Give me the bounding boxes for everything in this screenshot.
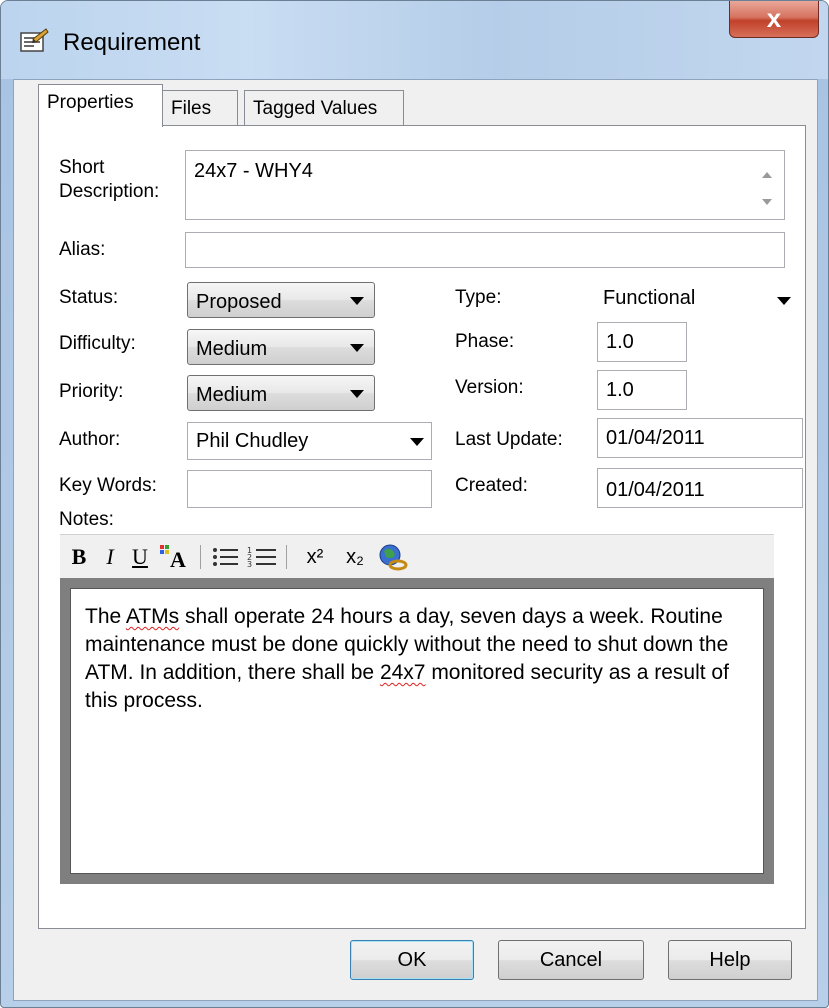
underline-button[interactable]: U [128, 543, 152, 571]
alias-input[interactable] [185, 232, 785, 268]
spelling-error-word: ATMs [125, 605, 180, 628]
scroll-up-icon [762, 172, 772, 178]
difficulty-value: Medium [196, 338, 268, 360]
priority-value: Medium [196, 384, 268, 406]
window-title: Requirement [63, 29, 201, 56]
close-button[interactable]: x [729, 1, 819, 38]
status-label: Status: [59, 287, 119, 308]
font-color-icon[interactable]: A [158, 543, 192, 571]
difficulty-dropdown[interactable]: Medium [187, 329, 375, 365]
cancel-button[interactable]: Cancel [498, 940, 644, 980]
status-value: Proposed [196, 291, 282, 313]
phase-input[interactable]: 1.0 [597, 322, 687, 362]
dialog-client-area: Properties Files Tagged Values Short Des… [13, 79, 818, 1001]
created-label: Created: [455, 475, 528, 496]
version-label: Version: [455, 377, 524, 398]
bold-button[interactable]: B [68, 543, 90, 571]
requirement-dialog: Requirement x Properties Files Tagged Va… [0, 0, 829, 1008]
type-label: Type: [455, 287, 502, 308]
key-words-label: Key Words: [59, 475, 157, 496]
chevron-down-icon [350, 297, 364, 305]
chevron-down-icon [777, 297, 791, 305]
notes-text: The [85, 605, 126, 628]
notes-frame: The ATMs shall operate 24 hours a day, s… [60, 578, 774, 884]
scroll-down-icon [762, 199, 772, 205]
short-description-field[interactable]: 24x7 - WHY4 [185, 150, 785, 220]
notes-formatting-toolbar: B I U A 1 2 3 x² x₂ [60, 534, 774, 579]
author-combobox[interactable]: Phil Chudley [187, 422, 432, 460]
author-value: Phil Chudley [196, 430, 309, 452]
svg-text:A: A [170, 547, 186, 571]
type-value: Functional [603, 287, 696, 309]
priority-label: Priority: [59, 381, 124, 402]
bullet-list-icon[interactable] [210, 543, 240, 571]
short-description-value: 24x7 - WHY4 [194, 160, 313, 182]
toolbar-separator [286, 545, 287, 569]
tab-tagged-values[interactable]: Tagged Values [244, 90, 404, 126]
last-update-input[interactable]: 01/04/2011 [597, 418, 803, 458]
status-dropdown[interactable]: Proposed [187, 282, 375, 318]
globe-link-icon[interactable] [376, 543, 410, 571]
close-icon: x [766, 3, 782, 33]
difficulty-label: Difficulty: [59, 333, 136, 354]
chevron-down-icon [410, 438, 424, 446]
tab-properties[interactable]: Properties [38, 84, 163, 127]
tab-files[interactable]: Files [162, 90, 238, 126]
phase-label: Phase: [455, 331, 515, 352]
short-description-label-line1: Short [59, 157, 105, 178]
toolbar-separator [200, 545, 201, 569]
type-dropdown[interactable]: Functional [595, 282, 805, 318]
key-words-input[interactable] [187, 470, 432, 508]
created-input[interactable]: 01/04/2011 [597, 468, 803, 508]
help-button[interactable]: Help [668, 940, 792, 980]
notes-label: Notes: [59, 509, 114, 530]
italic-button[interactable]: I [100, 543, 120, 571]
short-description-scrollbar[interactable] [752, 153, 782, 217]
ok-button[interactable]: OK [350, 940, 474, 980]
priority-dropdown[interactable]: Medium [187, 375, 375, 411]
last-update-label: Last Update: [455, 429, 563, 450]
author-label: Author: [59, 429, 121, 450]
requirement-properties-icon [20, 28, 49, 52]
spelling-error-word: 24x7 [379, 661, 426, 684]
chevron-down-icon [350, 390, 364, 398]
superscript-button[interactable]: x² [298, 543, 332, 571]
version-input[interactable]: 1.0 [597, 370, 687, 410]
alias-label: Alias: [59, 239, 106, 260]
numbered-list-icon[interactable]: 1 2 3 [246, 543, 278, 571]
chevron-down-icon [350, 344, 364, 352]
notes-text-area[interactable]: The ATMs shall operate 24 hours a day, s… [70, 588, 764, 874]
title-bar[interactable]: Requirement x [1, 1, 828, 79]
subscript-button[interactable]: x₂ [338, 543, 372, 571]
svg-text:3: 3 [247, 560, 252, 569]
short-description-label-line2: Description: [59, 181, 160, 202]
